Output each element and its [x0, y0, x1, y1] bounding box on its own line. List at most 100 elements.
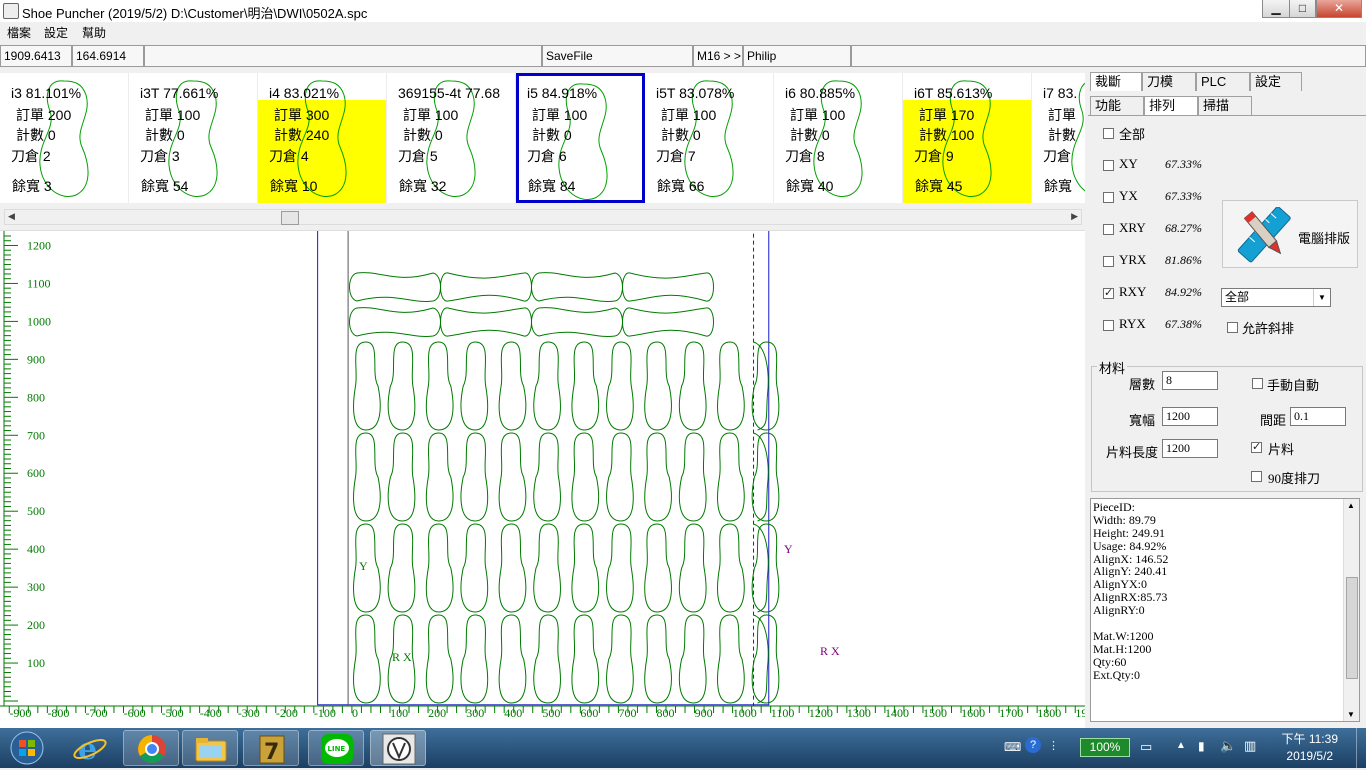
width-input[interactable]: 1200 — [1162, 407, 1218, 426]
machine-field: M16 > > — [693, 45, 743, 67]
y-tick-label: 800 — [27, 390, 45, 404]
card-scrollbar[interactable]: ◀ ▶ — [4, 209, 1082, 225]
pattern-card[interactable]: i5 84.918% 訂單 100 計數 0 刀倉 6 餘寬 84 — [516, 73, 645, 203]
card-order: 訂單 100 — [403, 107, 459, 123]
layout-checkbox[interactable] — [1103, 192, 1114, 203]
layout-option-label: XRY — [1119, 220, 1146, 235]
pattern-card[interactable]: i6 80.885% 訂單 100 計數 0 刀倉 8 餘寬 40 — [774, 73, 903, 203]
layout-checkbox[interactable] — [1103, 256, 1114, 267]
layout-checkbox[interactable] — [1103, 128, 1114, 139]
scroll-left-icon[interactable]: ◀ — [8, 211, 15, 222]
pattern-card[interactable]: i3T 77.661% 訂單 100 計數 0 刀倉 3 餘寬 54 — [129, 73, 258, 203]
inner-rx-label: R X — [392, 650, 412, 664]
show-desktop-button[interactable] — [1356, 728, 1366, 768]
network-icon[interactable]: ▥ — [1244, 738, 1256, 754]
sheet-length-input[interactable]: 1200 — [1162, 439, 1218, 458]
user-field: Philip — [743, 45, 851, 67]
help-icon[interactable]: ? — [1025, 737, 1041, 753]
nested-piece — [387, 432, 416, 522]
tab-plc[interactable]: PLC — [1196, 72, 1250, 91]
pattern-card[interactable]: i4 83.021% 訂單 300 計數 240 刀倉 4 餘寬 10 — [258, 73, 387, 203]
start-button[interactable] — [2, 730, 52, 766]
card-order: 訂單 100 — [145, 107, 201, 123]
auto-layout-label: 電腦排版 — [1298, 231, 1351, 246]
rotate90-checkbox[interactable] — [1251, 471, 1262, 482]
manual-auto-checkbox[interactable] — [1252, 378, 1263, 389]
auto-layout-button[interactable]: 電腦排版 — [1222, 200, 1358, 268]
layout-checkbox[interactable] — [1103, 160, 1114, 171]
manual-auto-label: 手動自動 — [1267, 378, 1320, 393]
tab-die[interactable]: 刀模 — [1142, 72, 1196, 91]
maximize-button[interactable]: □ — [1289, 0, 1316, 18]
taskbar-explorer[interactable] — [182, 730, 238, 766]
tab-cutting[interactable]: 裁斷 — [1090, 72, 1142, 91]
nested-piece — [533, 523, 561, 613]
gap-input[interactable]: 0.1 — [1290, 407, 1346, 426]
allow-diagonal-checkbox[interactable] — [1227, 322, 1238, 333]
piece-info-line: Width: 89.79 — [1093, 512, 1156, 527]
battery-icon[interactable]: ▭ — [1140, 739, 1152, 755]
taskbar-chrome[interactable] — [123, 730, 179, 766]
sheet-checkbox[interactable] — [1251, 440, 1262, 453]
pattern-card[interactable]: i6T 85.613% 訂單 170 計數 100 刀倉 9 餘寬 45 — [903, 73, 1032, 203]
card-count: 計數 — [1048, 127, 1076, 143]
layers-input[interactable]: 8 — [1162, 371, 1218, 390]
pattern-card[interactable]: i5T 83.078% 訂單 100 計數 0 刀倉 7 餘寬 66 — [645, 73, 774, 203]
show-hidden-icons-icon[interactable]: ▲ — [1176, 740, 1186, 751]
pattern-card[interactable]: i3 81.101% 訂單 200 計數 0 刀倉 2 餘寬 3 — [0, 73, 129, 203]
nesting-canvas[interactable]: 1200 1100 1000 900 800 700 600 500 400 300 200 100-… — [0, 219, 1099, 729]
scroll-right-icon[interactable]: ▶ — [1071, 211, 1078, 222]
volume-icon[interactable]: 🔈 — [1220, 738, 1236, 754]
chevron-down-icon[interactable]: ▼ — [1313, 289, 1330, 306]
scroll-up-icon[interactable]: ▲ — [1347, 501, 1355, 510]
layout-checkbox[interactable] — [1103, 320, 1114, 331]
window-title: Shoe Puncher (2019/5/2) D:\Customer\明治\D… — [22, 6, 368, 21]
nested-piece — [533, 341, 561, 431]
scroll-down-icon[interactable]: ▼ — [1347, 710, 1355, 719]
scroll-thumb[interactable] — [281, 211, 299, 225]
x-tick-label: 300 — [466, 706, 484, 720]
menu-help[interactable]: 幫助 — [82, 24, 106, 41]
keyboard-icon[interactable]: ⌨ — [1004, 740, 1021, 754]
card-order: 訂單 300 — [274, 107, 330, 123]
info-scrollbar[interactable]: ▲ ▼ — [1343, 499, 1359, 721]
layout-checkbox[interactable] — [1103, 224, 1114, 235]
tab-settings[interactable]: 設定 — [1250, 72, 1302, 91]
nesting-drawing[interactable]: 120011001000900800700600500400300200100-… — [0, 219, 1099, 729]
card-count: 計數 0 — [145, 127, 185, 143]
layout-checkbox[interactable] — [1103, 286, 1114, 299]
x-tick-label: 700 — [618, 706, 636, 720]
taskbar-ie[interactable]: e — [62, 730, 118, 767]
nested-piece — [387, 523, 416, 613]
nested-piece — [606, 432, 634, 522]
tab-function[interactable]: 功能 — [1090, 96, 1144, 115]
nested-piece — [678, 432, 707, 522]
pattern-card[interactable]: 369155-4t 77.68 訂單 100 計數 0 刀倉 5 餘寬 32 — [387, 73, 516, 203]
card-count: 計數 0 — [661, 127, 701, 143]
menu-file[interactable]: 檔案 — [7, 24, 31, 41]
minimize-icon: ▁ — [1271, 1, 1281, 15]
internet-explorer-icon: e — [73, 732, 107, 767]
tab-arrange[interactable]: 排列 — [1144, 96, 1198, 115]
menu-settings[interactable]: 設定 — [44, 24, 68, 41]
pattern-card[interactable]: i7 83. 訂單 計數 刀倉 餘寬 — [1032, 73, 1085, 203]
svg-text:e: e — [78, 732, 97, 766]
nested-piece — [622, 272, 714, 302]
taskbar-winrar[interactable]: 7 — [243, 730, 299, 766]
tray-clock[interactable]: 下午 11:39 2019/5/2 — [1282, 731, 1338, 765]
piece-info-box[interactable]: PieceID: Width: 89.79 Height: 249.91 Usage:… — [1090, 498, 1360, 722]
tab-scan[interactable]: 掃描 — [1198, 96, 1252, 115]
taskbar-shoe-puncher[interactable] — [370, 730, 426, 766]
taskbar-line[interactable]: LINE — [308, 730, 364, 766]
minimize-button[interactable]: ▁ — [1262, 0, 1290, 18]
device-icon[interactable]: ▮ — [1198, 739, 1205, 753]
close-button[interactable]: ✕ — [1316, 0, 1362, 18]
info-scroll-thumb[interactable] — [1346, 577, 1358, 679]
pattern-select[interactable]: 全部 ▼ — [1221, 288, 1331, 307]
nested-piece — [571, 432, 600, 522]
card-rest: 餘寬 45 — [915, 178, 963, 194]
nested-piece — [644, 523, 672, 613]
coord-x-field: 1909.6413 — [0, 45, 72, 67]
pattern-select-value: 全部 — [1225, 290, 1250, 304]
battery-meter[interactable]: 100% — [1080, 738, 1130, 757]
